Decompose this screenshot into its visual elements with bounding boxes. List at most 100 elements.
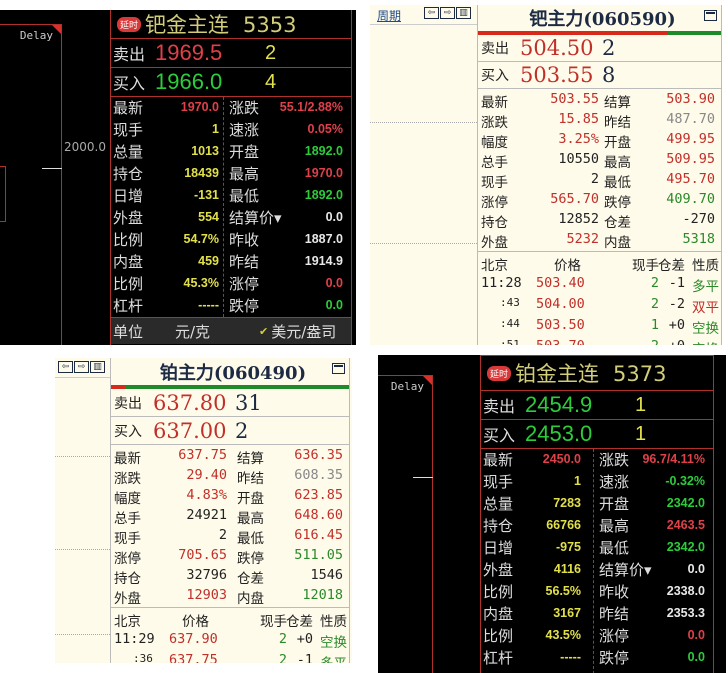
field-label: 日增 bbox=[113, 187, 144, 205]
field-value: ----- bbox=[560, 650, 581, 664]
tick-row: :51 503.70 2 +0 空换 bbox=[478, 336, 721, 345]
unit-usd-oz-option[interactable]: 美元/盎司 bbox=[271, 321, 336, 342]
field-value: 495.70 bbox=[666, 171, 715, 187]
tick-time: :43 bbox=[500, 296, 520, 309]
quote-row: 杠杆 ----- 跌停 0.0 bbox=[111, 295, 351, 317]
quote-row: 外盘 5232 内盘 5318 bbox=[478, 231, 721, 251]
ask-row[interactable]: 卖出 2454.9 1 bbox=[481, 390, 713, 419]
field-value: 1 bbox=[574, 474, 581, 488]
field-label: 涨停 bbox=[481, 195, 508, 211]
field-label: 仓差 bbox=[604, 215, 631, 231]
ask-row[interactable]: 卖出 1969.5 2 bbox=[111, 38, 351, 67]
tick-type: 空换 bbox=[692, 321, 719, 337]
prev-icon[interactable]: ⇦ bbox=[424, 7, 439, 19]
prev-icon[interactable]: ⇦ bbox=[58, 361, 73, 373]
field-label: 现手 bbox=[114, 531, 141, 547]
unit-cny-gram-option[interactable]: 元/克 bbox=[175, 321, 259, 342]
field-label: 外盘 bbox=[113, 209, 144, 227]
quote-row: 最新 2450.0 涨跌 96.7/4.11% bbox=[481, 449, 713, 471]
quote-header: 延时 铂金主连 5373 bbox=[481, 356, 713, 390]
ask-price: 504.50 bbox=[520, 36, 594, 60]
field-label: 总手 bbox=[114, 511, 141, 527]
ask-row[interactable]: 卖出 637.80 31 bbox=[111, 389, 349, 417]
chart-area[interactable]: 周期 ⇦ ⇨ ▥ bbox=[370, 5, 477, 345]
ask-label: 卖出 bbox=[113, 45, 146, 64]
quote-row: 幅度 4.83% 开盘 623.85 bbox=[111, 487, 349, 507]
quote-row: 外盘 4116 结算价▾ 0.0 bbox=[481, 559, 713, 581]
field-value: 7283 bbox=[553, 496, 581, 510]
tick-header-cell: 现手 bbox=[632, 258, 659, 274]
tick-row: 11:29 637.90 2 +0 空换 bbox=[111, 629, 349, 651]
field-label: 日增 bbox=[483, 539, 514, 557]
next-icon[interactable]: ⇨ bbox=[74, 361, 89, 373]
bid-qty: 2 bbox=[235, 418, 249, 443]
quote-grid: 最新 1970.0 涨跌 55.1/2.88% 现手 1 速涨 0.05% 总量 1013 开盘 18… bbox=[111, 96, 351, 317]
chart-area[interactable]: Delay 2000.0 bbox=[0, 10, 110, 345]
contract-title: 钯主力(060590) bbox=[529, 9, 676, 30]
field-label: 内盘 bbox=[604, 235, 631, 251]
delay-box: Delay bbox=[0, 24, 62, 345]
quote-row: 内盘 459 昨结 1914.9 bbox=[111, 251, 351, 273]
buy-sell-ratio-bar bbox=[478, 31, 721, 35]
field-label: 最高 bbox=[229, 165, 260, 183]
bar-red-segment bbox=[111, 385, 126, 389]
layout-icon[interactable]: ▥ bbox=[90, 361, 105, 373]
bid-row[interactable]: 买入 1966.0 4 bbox=[111, 67, 351, 96]
tick-qty: 1 bbox=[650, 317, 659, 333]
ask-price: 2454.9 bbox=[525, 392, 593, 417]
field-label: 昨结 bbox=[237, 471, 264, 487]
chart-area[interactable]: ⇦ ⇨ ▥ bbox=[55, 358, 110, 663]
field-label: 外盘 bbox=[114, 591, 141, 607]
tick-price: 503.50 bbox=[536, 317, 585, 333]
field-value: 499.95 bbox=[666, 131, 715, 147]
field-label: 最新 bbox=[483, 451, 514, 469]
field-label: 持仓 bbox=[481, 215, 508, 231]
bid-price: 637.00 bbox=[153, 418, 227, 443]
field-value: 459 bbox=[198, 254, 219, 268]
contract-name: 铂金主连 bbox=[515, 362, 600, 386]
next-icon[interactable]: ⇨ bbox=[440, 7, 455, 19]
field-value: 565.70 bbox=[550, 191, 599, 207]
corner-marker-icon bbox=[423, 376, 432, 385]
field-value: 608.35 bbox=[294, 467, 343, 483]
field-value: 1013 bbox=[191, 144, 219, 158]
field-label: 内盘 bbox=[483, 605, 514, 623]
delay-label: Delay bbox=[390, 380, 424, 393]
field-label: 现手 bbox=[113, 121, 144, 139]
field-value: 623.85 bbox=[294, 487, 343, 503]
bid-label: 买入 bbox=[483, 426, 516, 445]
ask-label: 卖出 bbox=[483, 397, 516, 416]
tick-time: :36 bbox=[133, 652, 153, 663]
bid-row[interactable]: 买入 2453.0 1 bbox=[481, 419, 713, 448]
bid-row[interactable]: 买入 503.55 8 bbox=[478, 62, 721, 89]
field-value: 2342.0 bbox=[666, 496, 705, 510]
field-label: 跌停 bbox=[604, 195, 631, 211]
quote-row: 日增 -975 最低 2342.0 bbox=[481, 537, 713, 559]
quote-row: 最新 503.55 结算 503.90 bbox=[478, 91, 721, 111]
tick-oi-diff: +0 bbox=[669, 338, 685, 345]
field-value: -0.32% bbox=[665, 474, 705, 488]
period-link[interactable]: 周期 bbox=[377, 7, 401, 24]
field-value: 55.1/2.88% bbox=[279, 100, 343, 114]
field-label: 跌停 bbox=[237, 551, 264, 567]
ask-row[interactable]: 卖出 504.50 2 bbox=[478, 35, 721, 62]
field-label: 昨收 bbox=[229, 231, 260, 249]
tick-row: :44 503.50 1 +0 空换 bbox=[478, 315, 721, 337]
delay-label: Delay bbox=[19, 29, 53, 42]
quote-row: 最新 1970.0 涨跌 55.1/2.88% bbox=[111, 97, 351, 119]
field-value: 2338.0 bbox=[666, 584, 705, 598]
field-label: 最低 bbox=[229, 187, 260, 205]
bid-row[interactable]: 买入 637.00 2 bbox=[111, 417, 349, 445]
field-value: 637.75 bbox=[178, 447, 227, 463]
field-label: 持仓 bbox=[114, 571, 141, 587]
contract-title: 铂主力(060490) bbox=[159, 362, 307, 384]
maximize-icon[interactable] bbox=[332, 363, 345, 374]
field-label: 比例 bbox=[483, 627, 514, 645]
chart-area[interactable]: Delay bbox=[378, 355, 480, 673]
bid-label: 买入 bbox=[114, 423, 142, 440]
tick-header-cell: 价格 bbox=[182, 614, 209, 630]
field-label: 最低 bbox=[604, 175, 631, 191]
layout-icon[interactable]: ▥ bbox=[456, 7, 471, 19]
tick-header-cell: 北京 bbox=[114, 614, 141, 630]
maximize-icon[interactable] bbox=[704, 10, 717, 21]
